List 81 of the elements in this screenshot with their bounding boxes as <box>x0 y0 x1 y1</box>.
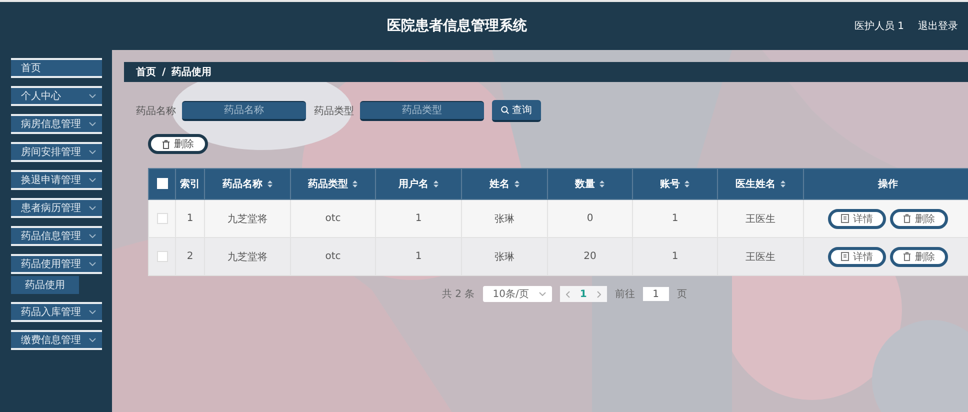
table-cell: 1 <box>376 238 462 276</box>
goto-label: 前往 <box>614 288 635 301</box>
table-cell: 1 <box>632 200 718 238</box>
table-cell: 1 <box>176 200 204 238</box>
sort-icon <box>352 180 358 188</box>
menu-item[interactable]: 房间安排管理 <box>11 142 102 162</box>
table-cell: 20 <box>548 238 632 276</box>
total-count: 共 2 条 <box>442 288 475 301</box>
column-header[interactable]: 数量 <box>575 177 605 191</box>
chevron-down-icon <box>538 292 546 296</box>
trash-icon <box>903 252 911 261</box>
column-header[interactable]: 账号 <box>660 177 690 191</box>
sort-icon <box>266 180 272 188</box>
user-name: 医护人员 1 <box>854 20 904 33</box>
table-cell: 张琳 <box>462 238 548 276</box>
chevron-down-icon <box>89 178 96 182</box>
chevron-down-icon <box>89 150 96 154</box>
table-cell: 王医生 <box>718 200 804 238</box>
page-suffix: 页 <box>676 288 687 301</box>
menu-item[interactable]: 首页 <box>11 58 102 78</box>
chevron-down-icon <box>89 206 96 210</box>
menu-item[interactable]: 药品入库管理 <box>11 302 102 322</box>
select-all-checkbox[interactable] <box>156 178 168 190</box>
sort-icon <box>684 180 690 188</box>
field-label: 药品类型 <box>314 104 354 118</box>
chevron-down-icon <box>89 338 96 342</box>
chevron-down-icon <box>89 234 96 238</box>
row-checkbox[interactable] <box>156 212 168 224</box>
menu-item[interactable]: 药品信息管理 <box>11 226 102 246</box>
field-label: 药品名称 <box>136 104 176 118</box>
chevron-down-icon <box>89 122 96 126</box>
table-cell: 1 <box>632 238 718 276</box>
submenu-item[interactable]: 药品使用 <box>11 276 79 294</box>
logout-link[interactable]: 退出登录 <box>918 19 958 33</box>
sort-icon <box>514 180 520 188</box>
trash-icon <box>162 140 170 148</box>
document-icon <box>841 252 849 261</box>
page-input[interactable]: 1 <box>642 287 669 301</box>
search-button[interactable]: 查询 <box>492 100 541 122</box>
search-icon <box>501 106 509 114</box>
breadcrumb-current: 药品使用 <box>172 66 212 79</box>
table-cell: 2 <box>176 238 204 276</box>
menu-item[interactable]: 换退申请管理 <box>11 170 102 190</box>
delete-button[interactable]: 删除 <box>890 246 948 266</box>
table-cell: 王医生 <box>718 238 804 276</box>
delete-button[interactable]: 删除 <box>890 208 948 228</box>
breadcrumb-link[interactable]: 首页 <box>136 65 156 79</box>
app-title: 医院患者信息管理系统 <box>386 17 528 35</box>
trash-icon <box>903 214 911 223</box>
column-header: 操作 <box>878 178 898 191</box>
menu-item[interactable]: 个人中心 <box>11 86 102 106</box>
menu-item[interactable]: 病房信息管理 <box>11 114 102 134</box>
table-cell: otc <box>290 238 376 276</box>
search-field[interactable]: 药品名称 <box>182 101 306 121</box>
chevron-down-icon <box>89 94 96 98</box>
breadcrumb-separator: / <box>162 66 166 78</box>
document-icon <box>841 214 849 223</box>
chevron-down-icon <box>89 262 96 266</box>
menu-item[interactable]: 缴费信息管理 <box>11 330 102 350</box>
table-cell: otc <box>290 200 376 238</box>
sort-icon <box>599 180 605 188</box>
table-cell: 0 <box>548 200 632 238</box>
sort-icon <box>780 180 786 188</box>
table-cell: 九芝堂将 <box>204 200 290 238</box>
chevron-down-icon <box>89 310 96 314</box>
previous-page-icon <box>566 290 570 298</box>
sort-icon <box>432 180 438 188</box>
delete-button[interactable]: 删除 <box>148 134 208 154</box>
column-header: 索引 <box>180 178 200 191</box>
menu-item[interactable]: 患者病历管理 <box>11 198 102 218</box>
table-cell: 张琳 <box>462 200 548 238</box>
row-checkbox[interactable] <box>156 250 168 262</box>
search-field[interactable]: 药品类型 <box>360 101 484 121</box>
table-cell: 九芝堂将 <box>204 238 290 276</box>
column-header[interactable]: 姓名 <box>490 177 520 191</box>
table-cell: 1 <box>376 200 462 238</box>
menu-item[interactable]: 药品使用管理 <box>11 254 102 274</box>
next-page-icon <box>596 290 601 298</box>
page-size-select[interactable]: 10条/页 <box>482 286 552 302</box>
details-button[interactable]: 详情 <box>828 246 886 266</box>
details-button[interactable]: 详情 <box>828 208 886 228</box>
